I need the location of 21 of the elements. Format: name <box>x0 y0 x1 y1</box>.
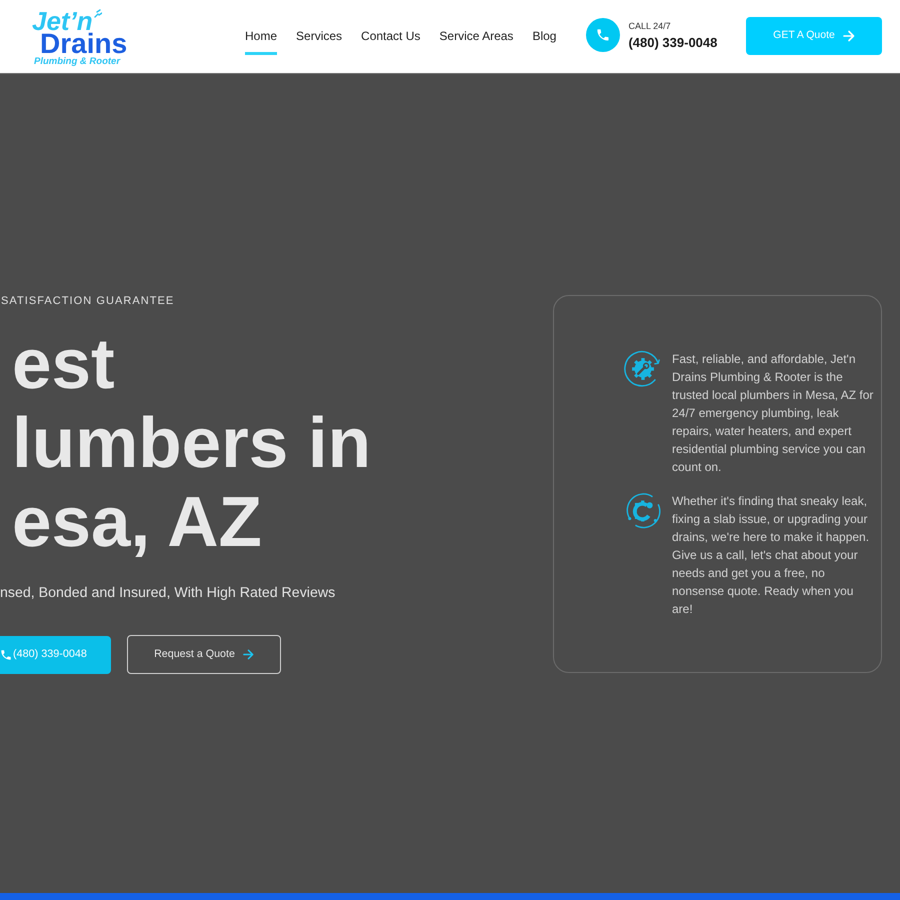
nav-link[interactable]: Blog <box>532 0 556 55</box>
hero-subtitle: nsed, Bonded and Insured, With High Rated Reviews <box>0 584 336 603</box>
arrow-right-icon <box>842 30 855 42</box>
feature-text: Fast, reliable, and affordable, Jet'n Drains Plumbing & Rooter is the trusted local plumbers in Mesa, AZ for 24/7 emergency plumbing, leak repairs, water heaters, and expert residential plumbing service you can count on. <box>672 350 874 476</box>
logo-wordmark[interactable]: Drains <box>40 32 128 56</box>
phone-icon[interactable] <box>586 18 620 52</box>
feature-text: Whether it's finding that sneaky leak, fixing a slab issue, or upgrading your drains, we're here to make it happen. Give us a call, let's chat about your needs and get you a free, no nonsense quote. Ready when you are! <box>672 492 870 618</box>
nav-link[interactable]: Services <box>296 0 342 55</box>
phone-number[interactable]: (480) 339-0048 <box>628 34 718 50</box>
request-quote-button[interactable]: Request a Quote <box>127 635 281 674</box>
nav-link[interactable]: Home <box>245 0 278 55</box>
call-label: CALL 24/7 <box>628 20 671 32</box>
phone-icon <box>1 650 11 660</box>
gear-icon <box>624 492 662 530</box>
wrench-gear-icon <box>624 350 662 388</box>
nav-link[interactable]: Contact Us <box>361 0 420 55</box>
arrow-right-icon <box>242 649 254 660</box>
hero-heading: est lumbers in esa, AZ <box>12 325 372 562</box>
splash-icon <box>94 9 102 18</box>
nav-link[interactable]: Service Areas <box>439 0 514 55</box>
hero-eyebrow: SATISFACTION GUARANTEE <box>1 294 174 309</box>
